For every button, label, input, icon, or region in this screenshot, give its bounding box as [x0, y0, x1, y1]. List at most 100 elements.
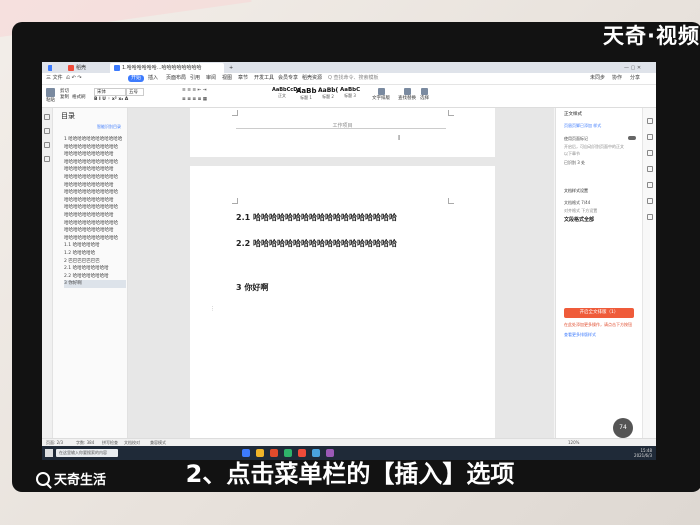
text-tools-button[interactable]: 文字排版 [372, 88, 390, 101]
paste-button[interactable]: 粘贴 [46, 88, 55, 103]
menu-bar: 三 文件 ⎌ ↶ ↷ 开始 插入 页面布局 引用 审阅 视图 章节 开发工具 会… [42, 73, 656, 85]
toc-item[interactable]: 哈哈哈哈哈哈哈哈哈哈哈哈 [64, 189, 126, 197]
thumbnail-icon[interactable] [44, 156, 50, 162]
panel-description: 以下章节 [564, 151, 580, 156]
smart-toc-button[interactable]: 智能识别目录 [97, 124, 121, 130]
navigation-pane: 目录 智能识别目录 1 哈哈哈哈哈哈哈哈哈哈哈哈 哈哈哈哈哈哈哈哈哈哈哈哈 哈哈哈哈… [42, 108, 128, 438]
alignment-buttons[interactable]: ≣ ≣ ≣ ≣ ▦ [182, 97, 207, 102]
select-button[interactable]: 选择 [420, 88, 429, 101]
menu-insert[interactable]: 插入 [148, 75, 158, 82]
format-name[interactable]: 文段格式全部 [564, 216, 594, 223]
sidebar-tool-icon[interactable] [647, 214, 653, 220]
sidebar-tool-icon[interactable] [647, 150, 653, 156]
paste-icon [46, 88, 55, 97]
menu-review[interactable]: 审阅 [206, 75, 216, 82]
find-replace-button[interactable]: 查找替换 [398, 88, 416, 101]
toc-item[interactable]: 哈哈哈哈哈哈哈哈哈哈哈 [64, 166, 126, 174]
font-family-select[interactable]: 宋体 [94, 88, 126, 96]
menu-undo-icons[interactable]: ⎌ ↶ ↷ [66, 75, 82, 82]
menu-member[interactable]: 会员专享 [278, 75, 298, 82]
font-size-select[interactable]: 五号 [126, 88, 144, 96]
copy-button[interactable]: 复制 [60, 94, 69, 100]
find-icon [403, 88, 411, 95]
heading-2-2[interactable]: 2.2 哈哈哈哈哈哈哈哈哈哈哈哈哈哈哈哈哈哈 [236, 238, 397, 249]
paragraph-buttons[interactable]: ≡ ≡ ≡ ⇤ ⇥ [182, 88, 207, 93]
new-tab-button[interactable]: + [225, 63, 235, 73]
section-title: 文档样式设置 [564, 188, 588, 193]
start-format-button[interactable]: 开启全文排版（1） [564, 308, 634, 318]
share-button[interactable]: 分享 [630, 75, 640, 82]
toc-item[interactable]: 哈哈哈哈哈哈哈哈哈哈哈 [64, 227, 126, 235]
ribbon-toolbar: 粘贴 剪切 复制 格式刷 宋体 五号 B I U ◦ x² x₂ A ≡ ≡ ≡… [42, 85, 656, 108]
toc-item[interactable]: 哈哈哈哈哈哈哈哈哈哈哈哈 [64, 235, 126, 243]
toc-item[interactable]: 1.2 哈哈哈哈哈 [64, 250, 126, 258]
toc-item[interactable]: 哈哈哈哈哈哈哈哈哈哈哈 [64, 197, 126, 205]
collaborate-button[interactable]: 协作 [612, 75, 622, 82]
style-normal[interactable]: AaBbCcDd 正文 [272, 87, 301, 105]
toc-item[interactable]: 2.2 哈哈哈哈哈哈哈哈 [64, 273, 126, 281]
zoom-badge: 74 [613, 418, 633, 438]
panel-description: 开启后，可自动识别页面中的正文 [564, 144, 624, 149]
toc-item[interactable]: 2 巴巴巴巴巴巴巴 [64, 258, 126, 266]
toc-item[interactable]: 1.1 哈哈哈哈哈哈 [64, 242, 126, 250]
style-heading-2[interactable]: AaBb(标题 2 [318, 87, 338, 105]
menu-home[interactable]: 开始 [128, 75, 145, 82]
menu-developer[interactable]: 开发工具 [254, 75, 274, 82]
sidebar-tool-icon[interactable] [647, 166, 653, 172]
sidebar-tool-icon[interactable] [647, 134, 653, 140]
panel-tip: 在此处添加更多操作，请点击下方按钮 [564, 322, 632, 327]
more-styles-link[interactable]: 查看更多排版样式 [564, 332, 596, 338]
toc-item[interactable]: 哈哈哈哈哈哈哈哈哈哈哈哈 [64, 159, 126, 167]
paragraph-handle-icon[interactable]: ⋮ [210, 306, 215, 312]
sync-status[interactable]: 未同步 [590, 75, 605, 82]
format-painter-button[interactable]: 格式刷 [72, 94, 86, 100]
zoom-level[interactable]: 120% [568, 440, 579, 445]
sidebar-tool-icon[interactable] [647, 182, 653, 188]
menu-view[interactable]: 视图 [222, 75, 232, 82]
header-rule [236, 128, 446, 129]
nav-side-strip [42, 108, 53, 438]
style-panel: 正文样式 页眉页脚已添加 样式 使用页面标记 开启后，可自动识别页面中的正文 以… [555, 108, 642, 438]
toc-item[interactable]: 哈哈哈哈哈哈哈哈哈哈哈哈 [64, 220, 126, 228]
toc-item[interactable]: 哈哈哈哈哈哈哈哈哈哈哈 [64, 212, 126, 220]
sidebar-tool-icon[interactable] [647, 198, 653, 204]
toc-icon[interactable] [44, 114, 50, 120]
menu-page-layout[interactable]: 页面布局 [166, 75, 186, 82]
page-2: 2.1 哈哈哈哈哈哈哈哈哈哈哈哈哈哈哈哈哈哈 2.2 哈哈哈哈哈哈哈哈哈哈哈哈哈… [190, 166, 495, 456]
toc-item[interactable]: 哈哈哈哈哈哈哈哈哈哈哈 [64, 182, 126, 190]
menu-chapter[interactable]: 章节 [238, 75, 248, 82]
daoke-icon [68, 64, 74, 71]
window-controls[interactable]: — ▢ ✕ [620, 63, 654, 73]
toc-item[interactable]: 哈哈哈哈哈哈哈哈哈哈哈哈 [64, 204, 126, 212]
select-icon [421, 88, 428, 95]
margin-mark [448, 198, 454, 204]
text-cursor: I [398, 134, 401, 142]
tab-daoke[interactable]: 稻壳 [64, 63, 108, 73]
tab-document[interactable]: 1.哈哈哈哈哈哈...哈哈哈哈哈哈哈哈 [110, 63, 224, 73]
home-tab[interactable] [44, 63, 52, 73]
heading-3[interactable]: 3 你好啊 [236, 282, 268, 293]
monitor-screen: 稻壳 1.哈哈哈哈哈哈...哈哈哈哈哈哈哈哈 + — ▢ ✕ 三 文件 ⎌ ↶ … [42, 62, 656, 460]
style-heading-1[interactable]: AaBb 标题 1 [296, 87, 317, 105]
menu-search[interactable]: Q 查找命令、搜索模板 [328, 75, 379, 82]
toggle-label: 使用页面标记 [564, 136, 588, 141]
toc-item[interactable]: 哈哈哈哈哈哈哈哈哈哈哈哈 [64, 144, 126, 152]
menu-references[interactable]: 引用 [190, 75, 200, 82]
right-sidebar [642, 108, 656, 438]
sidebar-tool-icon[interactable] [647, 118, 653, 124]
panel-link[interactable]: 页眉页脚已添加 样式 [564, 123, 601, 129]
toc-item[interactable]: 3 你好啊 [64, 280, 126, 288]
toc-item[interactable]: 1 哈哈哈哈哈哈哈哈哈哈哈哈 [64, 136, 126, 144]
bookmark-icon[interactable] [44, 128, 50, 134]
search-icon[interactable] [44, 142, 50, 148]
page-mark-toggle[interactable] [628, 136, 636, 140]
menu-file[interactable]: 三 文件 [46, 75, 63, 82]
menu-daoke-resources[interactable]: 稻壳资源 [302, 75, 322, 82]
toc-item[interactable]: 哈哈哈哈哈哈哈哈哈哈哈 [64, 151, 126, 159]
toc-item[interactable]: 2.1 哈哈哈哈哈哈哈哈 [64, 265, 126, 273]
heading-2-1[interactable]: 2.1 哈哈哈哈哈哈哈哈哈哈哈哈哈哈哈哈哈哈 [236, 212, 397, 223]
watermark: 天奇·视频 [603, 24, 700, 48]
font-format-buttons[interactable]: B I U ◦ x² x₂ A [94, 97, 128, 102]
toc-item[interactable]: 哈哈哈哈哈哈哈哈哈哈哈哈 [64, 174, 126, 182]
style-heading-3[interactable]: AaBbC 标题 3 [340, 87, 360, 105]
